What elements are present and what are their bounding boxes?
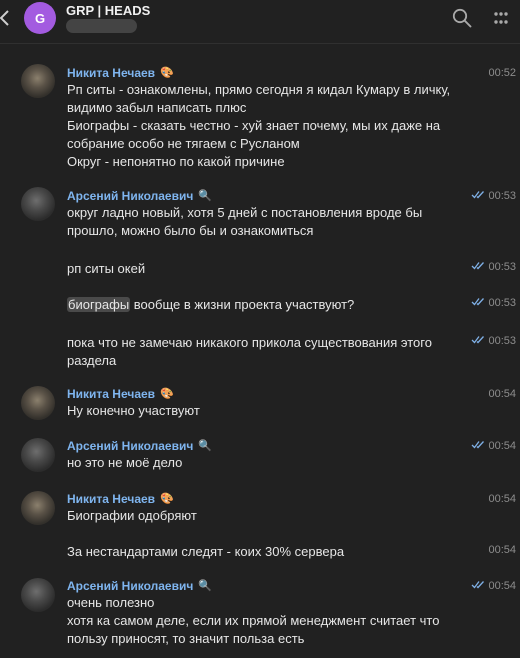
double-check-icon <box>472 336 485 344</box>
double-check-icon <box>472 298 485 306</box>
author-badge-icon: 🔍 <box>198 580 212 592</box>
message-text: округ ладно новый, хотя 5 дней с постано… <box>67 205 423 238</box>
author-badge-icon: 🔍 <box>198 190 212 202</box>
message-time: 00:54 <box>488 388 516 400</box>
avatar[interactable] <box>21 438 55 472</box>
message-author[interactable]: Никита Нечаев 🎨 <box>67 492 174 506</box>
chat-title[interactable]: GRP | HEADS <box>66 3 150 18</box>
message-text: За нестандартами следят - коих 30% серве… <box>67 544 345 559</box>
chat-header: G GRP | HEADS <box>0 0 520 44</box>
message-time: 00:54 <box>471 440 516 452</box>
avatar[interactable] <box>21 578 55 612</box>
message-author[interactable]: Арсений Николаевич 🔍 <box>67 579 212 593</box>
message-text: биографы вообще в жизни проекта участвую… <box>67 297 355 312</box>
message-time: 00:54 <box>488 544 516 556</box>
chat-avatar[interactable]: G <box>24 2 56 34</box>
chat-subtitle-redacted <box>66 19 137 33</box>
message-time: 00:53 <box>471 190 516 202</box>
double-check-icon <box>472 441 485 449</box>
message-text: пока что не замечаю никакого прикола сущ… <box>67 335 432 368</box>
message-time: 00:52 <box>488 67 516 79</box>
message-author[interactable]: Арсений Николаевич 🔍 <box>67 439 212 453</box>
message-time: 00:53 <box>471 297 516 309</box>
message-author[interactable]: Никита Нечаев 🎨 <box>67 387 174 401</box>
highlighted-word: биографы <box>67 297 131 312</box>
chevron-left-icon[interactable] <box>0 8 12 28</box>
message-text: очень полезно хотя ка самом деле, если и… <box>67 595 440 646</box>
message-author[interactable]: Никита Нечаев 🎨 <box>67 66 174 80</box>
message-text: Рп ситы - ознакомлены, прямо сегодня я к… <box>67 82 451 169</box>
message-author[interactable]: Арсений Николаевич 🔍 <box>67 189 212 203</box>
message-text: Биографии одобряют <box>67 508 197 523</box>
author-badge-icon: 🎨 <box>160 67 174 79</box>
author-badge-icon: 🎨 <box>160 388 174 400</box>
author-badge-icon: 🎨 <box>160 493 174 505</box>
message-text: рп ситы окей <box>67 261 146 276</box>
author-badge-icon: 🔍 <box>198 440 212 452</box>
double-check-icon <box>472 581 485 589</box>
message-text: Ну конечно участвуют <box>67 403 200 418</box>
avatar[interactable] <box>21 491 55 525</box>
double-check-icon <box>472 191 485 199</box>
message-time: 00:54 <box>471 580 516 592</box>
message-text: но это не моё дело <box>67 455 183 470</box>
message-time: 00:53 <box>471 335 516 347</box>
message-time: 00:53 <box>471 261 516 273</box>
avatar[interactable] <box>21 64 55 98</box>
double-check-icon <box>472 262 485 270</box>
message-time: 00:54 <box>488 493 516 505</box>
avatar[interactable] <box>21 187 55 221</box>
avatar[interactable] <box>21 386 55 420</box>
search-icon[interactable] <box>452 8 472 28</box>
more-vertical-icon[interactable] <box>492 9 510 27</box>
